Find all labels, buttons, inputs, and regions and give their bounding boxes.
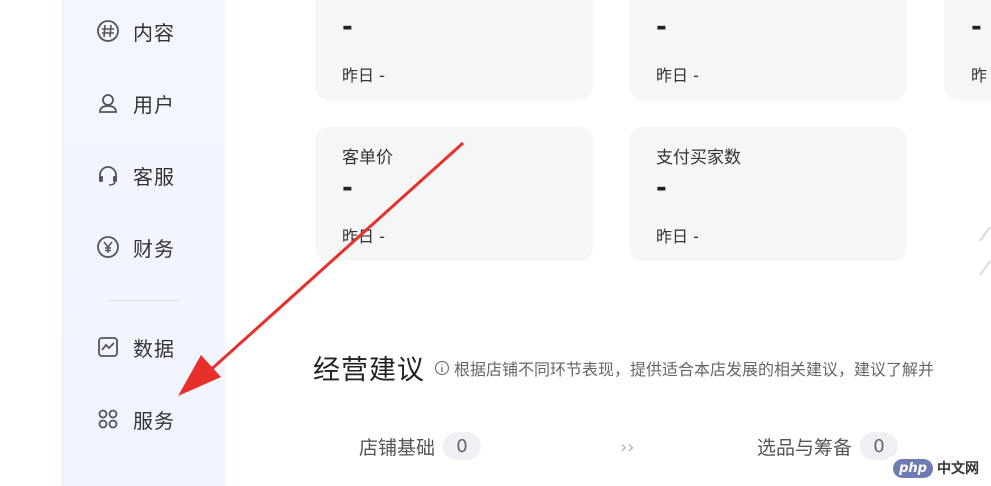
section-title: 经营建议 xyxy=(313,355,425,386)
sidebar-item-users[interactable]: 用户 xyxy=(95,87,175,119)
user-icon xyxy=(95,90,121,116)
watermark-logo: php xyxy=(893,458,933,478)
step-arrow-icon: ›› xyxy=(620,437,635,458)
section-description-text: 根据店铺不同环节表现，提供适合本店发展的相关建议，建议了解并 xyxy=(454,360,935,379)
sidebar-item-label: 内容 xyxy=(133,20,175,45)
metric-yesterday: 昨 xyxy=(971,66,988,85)
watermark-site: 中文网 xyxy=(937,461,979,477)
sidebar-item-label: 财务 xyxy=(133,236,175,261)
step-store-basics[interactable]: 店铺基础 0 xyxy=(359,432,482,460)
metric-card[interactable]: - 昨日 - xyxy=(315,0,593,100)
sidebar-item-customer-service[interactable]: 客服 xyxy=(95,159,175,191)
sidebar-item-content[interactable]: 内容 xyxy=(95,15,175,47)
sidebar: 内容 用户 客服 财务 数据 服务 xyxy=(62,0,225,486)
metric-value: - xyxy=(656,12,667,42)
watermark: php 中文网 xyxy=(887,456,985,480)
metric-value: - xyxy=(656,173,667,203)
metric-value: - xyxy=(971,12,982,42)
yuan-circle-icon xyxy=(95,234,121,260)
sidebar-item-finance[interactable]: 财务 xyxy=(95,231,175,263)
section-description: 根据店铺不同环节表现，提供适合本店发展的相关建议，建议了解并 xyxy=(434,356,934,380)
chart-icon xyxy=(95,334,121,360)
metric-value: - xyxy=(342,173,353,203)
step-count-badge: 0 xyxy=(443,432,482,460)
step-label: 选品与筹备 xyxy=(757,436,853,459)
hash-circle-icon xyxy=(95,18,121,44)
metric-card[interactable]: - 昨 xyxy=(944,0,991,100)
metric-title: 支付买家数 xyxy=(656,148,741,168)
sidebar-item-label: 用户 xyxy=(133,92,175,117)
metric-yesterday: 昨日 - xyxy=(656,66,699,85)
metric-yesterday: 昨日 - xyxy=(342,227,385,246)
sidebar-item-label: 服务 xyxy=(133,408,175,433)
metric-yesterday: 昨日 - xyxy=(342,66,385,85)
sidebar-item-label: 数据 xyxy=(133,336,175,361)
headset-icon xyxy=(95,162,121,188)
metric-card[interactable]: - 昨日 - xyxy=(629,0,907,100)
step-product-selection[interactable]: 选品与筹备 0 xyxy=(757,432,899,460)
metric-title: 客单价 xyxy=(342,148,393,168)
info-icon[interactable] xyxy=(434,360,450,376)
step-label: 店铺基础 xyxy=(359,436,436,459)
sidebar-item-services[interactable]: 服务 xyxy=(95,403,175,435)
sidebar-divider xyxy=(110,300,180,301)
grid-four-icon xyxy=(95,406,121,432)
page: 内容 用户 客服 财务 数据 服务 - 昨日 - - 昨日 - - 昨 客单价 … xyxy=(0,0,991,486)
metric-card-paying-buyers[interactable]: 支付买家数 - 昨日 - xyxy=(629,127,907,261)
sidebar-item-label: 客服 xyxy=(133,164,175,189)
sidebar-item-data[interactable]: 数据 xyxy=(95,331,175,363)
metric-value: - xyxy=(342,12,353,42)
metric-yesterday: 昨日 - xyxy=(656,227,699,246)
scroll-hint-icon[interactable] xyxy=(978,225,991,277)
metric-card-unit-price[interactable]: 客单价 - 昨日 - xyxy=(315,127,593,261)
